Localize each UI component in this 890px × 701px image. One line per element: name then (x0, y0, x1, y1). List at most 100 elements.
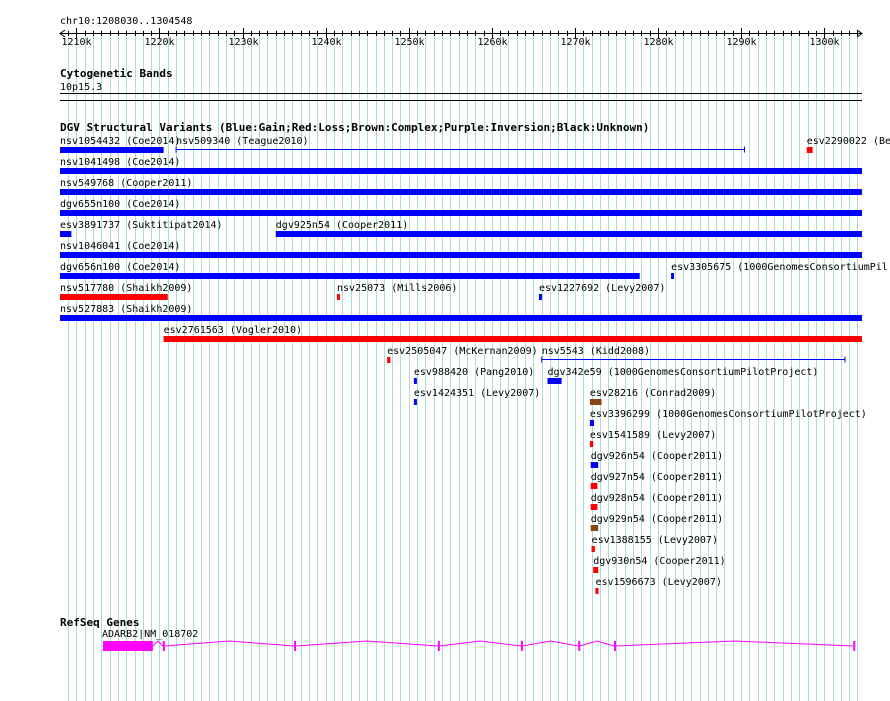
variant-label: dgv655n100 (Coe2014) (60, 199, 180, 210)
region-label: chr10:1208030..1304548 (60, 16, 192, 27)
variant-feature[interactable]: esv1424351 (Levy2007) (413, 388, 540, 405)
variant-feature[interactable]: esv3305675 (1000GenomesConsortiumPil (671, 262, 888, 279)
variant-label: dgv930n54 (Cooper2011) (593, 556, 725, 567)
ruler-tick-label: 1230k (228, 37, 258, 48)
variant-bar (547, 378, 562, 384)
variant-feature[interactable]: dgv342e59 (1000GenomesConsortiumPilotPro… (547, 367, 819, 384)
variant-feature[interactable]: esv3891737 (Suktitipat2014) (60, 220, 223, 237)
variant-label: nsv5543 (Kidd2008) (542, 346, 650, 357)
variant-label: esv2290022 (Ben (807, 136, 890, 147)
gene-exon[interactable] (578, 641, 581, 651)
refseq-track[interactable] (102, 640, 856, 651)
variant-bar (60, 231, 72, 237)
variant-bar (60, 252, 862, 258)
variant-bar (591, 546, 595, 552)
variant-bar (538, 294, 542, 300)
variant-label: esv1388155 (Levy2007) (592, 535, 718, 546)
variant-feature[interactable]: nsv1054432 (Coe2014) (60, 136, 180, 153)
ruler-tick-label: 1270k (560, 37, 590, 48)
variant-label: dgv342e59 (1000GenomesConsortiumPilotPro… (548, 367, 819, 378)
variant-bar (60, 315, 862, 321)
variant-feature[interactable]: dgv930n54 (Cooper2011) (593, 556, 726, 573)
ruler-tick-label: 1260k (477, 37, 507, 48)
variant-label: dgv927n54 (Cooper2011) (591, 472, 723, 483)
variant-bar (163, 336, 862, 342)
cytoband-bottom-line (60, 100, 862, 101)
gene-exon[interactable] (162, 641, 165, 651)
gene-label[interactable]: ADARB2|NM_018702 (102, 629, 198, 640)
variant-bar (589, 420, 595, 426)
coordinate-ruler[interactable]: 1210k 1220k 1230k 1240k 1250k 1260k 1270k 1280k… (59, 28, 863, 48)
dgv-track-title: DGV Structural Variants (Blue:Gain;Red:L… (60, 121, 649, 134)
variant-bar (60, 210, 862, 216)
variant-bar (806, 147, 813, 153)
variant-label: nsv1041498 (Coe2014) (60, 157, 180, 168)
variant-feature[interactable]: esv2761563 (Vogler2010) (163, 325, 862, 342)
variant-label: nsv509340 (Teague2010) (176, 136, 308, 147)
cytoband-label: 10p15.3 (60, 82, 102, 93)
variant-bar (590, 483, 598, 489)
variant-label: esv2505047 (McKernan2009) (387, 346, 538, 357)
variant-label: esv3305675 (1000GenomesConsortiumPil (671, 262, 888, 273)
variant-feature[interactable]: esv988420 (Pang2010) (413, 367, 534, 384)
variant-feature[interactable]: esv1388155 (Levy2007) (591, 535, 718, 552)
variant-bar (60, 294, 168, 300)
refseq-track-title: RefSeq Genes (60, 616, 139, 629)
variant-bar (590, 504, 598, 510)
variant-bar (413, 399, 417, 405)
genome-browser-view: chr10:1208030..1304548 1210k 1220k 1230k 12… (59, 16, 890, 701)
variant-label: dgv656n100 (Coe2014) (60, 262, 180, 273)
ruler-tick-label: 1210k (61, 37, 91, 48)
cytoband-track-title: Cytogenetic Bands (60, 67, 173, 80)
variant-bar (387, 357, 391, 363)
variant-feature[interactable]: dgv656n100 (Coe2014) (60, 262, 640, 279)
variant-feature[interactable]: esv3396299 (1000GenomesConsortiumPilotPr… (589, 409, 867, 426)
variant-label: nsv25073 (Mills2006) (337, 283, 457, 294)
variant-label: esv3396299 (1000GenomesConsortiumPilotPr… (590, 409, 867, 420)
variant-feature[interactable]: esv1227692 (Levy2007) (538, 283, 665, 300)
variant-feature[interactable]: dgv929n54 (Cooper2011) (590, 514, 723, 531)
variant-label: nsv1046041 (Coe2014) (60, 241, 180, 252)
variant-feature[interactable]: nsv25073 (Mills2006) (337, 283, 457, 300)
variant-bar (590, 525, 599, 531)
variant-bar (60, 273, 640, 279)
variant-label: esv2761563 (Vogler2010) (164, 325, 302, 336)
variant-bar (60, 147, 164, 153)
variant-label: esv28216 (Conrad2009) (590, 388, 716, 399)
variant-label: esv988420 (Pang2010) (414, 367, 534, 378)
variant-bar (593, 567, 599, 573)
variant-label: dgv925n54 (Cooper2011) (276, 220, 408, 231)
variant-bar (413, 378, 417, 384)
variant-label: nsv527883 (Shaikh2009) (60, 304, 192, 315)
ruler-tick-label: 1280k (643, 37, 673, 48)
variant-feature[interactable]: nsv509340 (Teague2010) (175, 136, 745, 153)
gene-exon[interactable] (437, 641, 440, 651)
variant-bar (589, 441, 594, 447)
ruler-tick-label: 1290k (726, 37, 756, 48)
variant-label: nsv517780 (Shaikh2009) (60, 283, 192, 294)
variant-label: nsv549768 (Cooper2011) (60, 178, 192, 189)
gene-exon[interactable] (520, 641, 523, 651)
variant-label: dgv928n54 (Cooper2011) (591, 493, 723, 504)
variant-bar (60, 189, 862, 195)
variant-bar (337, 294, 341, 300)
variant-feature[interactable]: dgv928n54 (Cooper2011) (590, 493, 723, 510)
variant-label: nsv1054432 (Coe2014) (60, 136, 180, 147)
variant-feature[interactable]: nsv517780 (Shaikh2009) (60, 283, 192, 300)
variant-label: dgv926n54 (Cooper2011) (591, 451, 723, 462)
ruler-tick-label: 1240k (311, 37, 341, 48)
variant-feature[interactable]: dgv926n54 (Cooper2011) (590, 451, 723, 468)
variant-feature[interactable]: esv2290022 (Ben (806, 136, 890, 153)
variant-bar (590, 462, 599, 468)
variant-label: dgv929n54 (Cooper2011) (591, 514, 723, 525)
cytoband-top-line (60, 93, 862, 94)
gene-exon[interactable] (102, 641, 153, 651)
gene-exon[interactable] (853, 641, 856, 651)
variant-label: esv1596673 (Levy2007) (595, 577, 721, 588)
variant-feature[interactable]: dgv927n54 (Cooper2011) (590, 472, 723, 489)
variant-label: esv3891737 (Suktitipat2014) (60, 220, 223, 231)
gene-exon[interactable] (294, 641, 297, 651)
gene-introns (152, 640, 854, 647)
variant-label: esv1541589 (Levy2007) (590, 430, 716, 441)
gene-exon[interactable] (613, 641, 616, 651)
